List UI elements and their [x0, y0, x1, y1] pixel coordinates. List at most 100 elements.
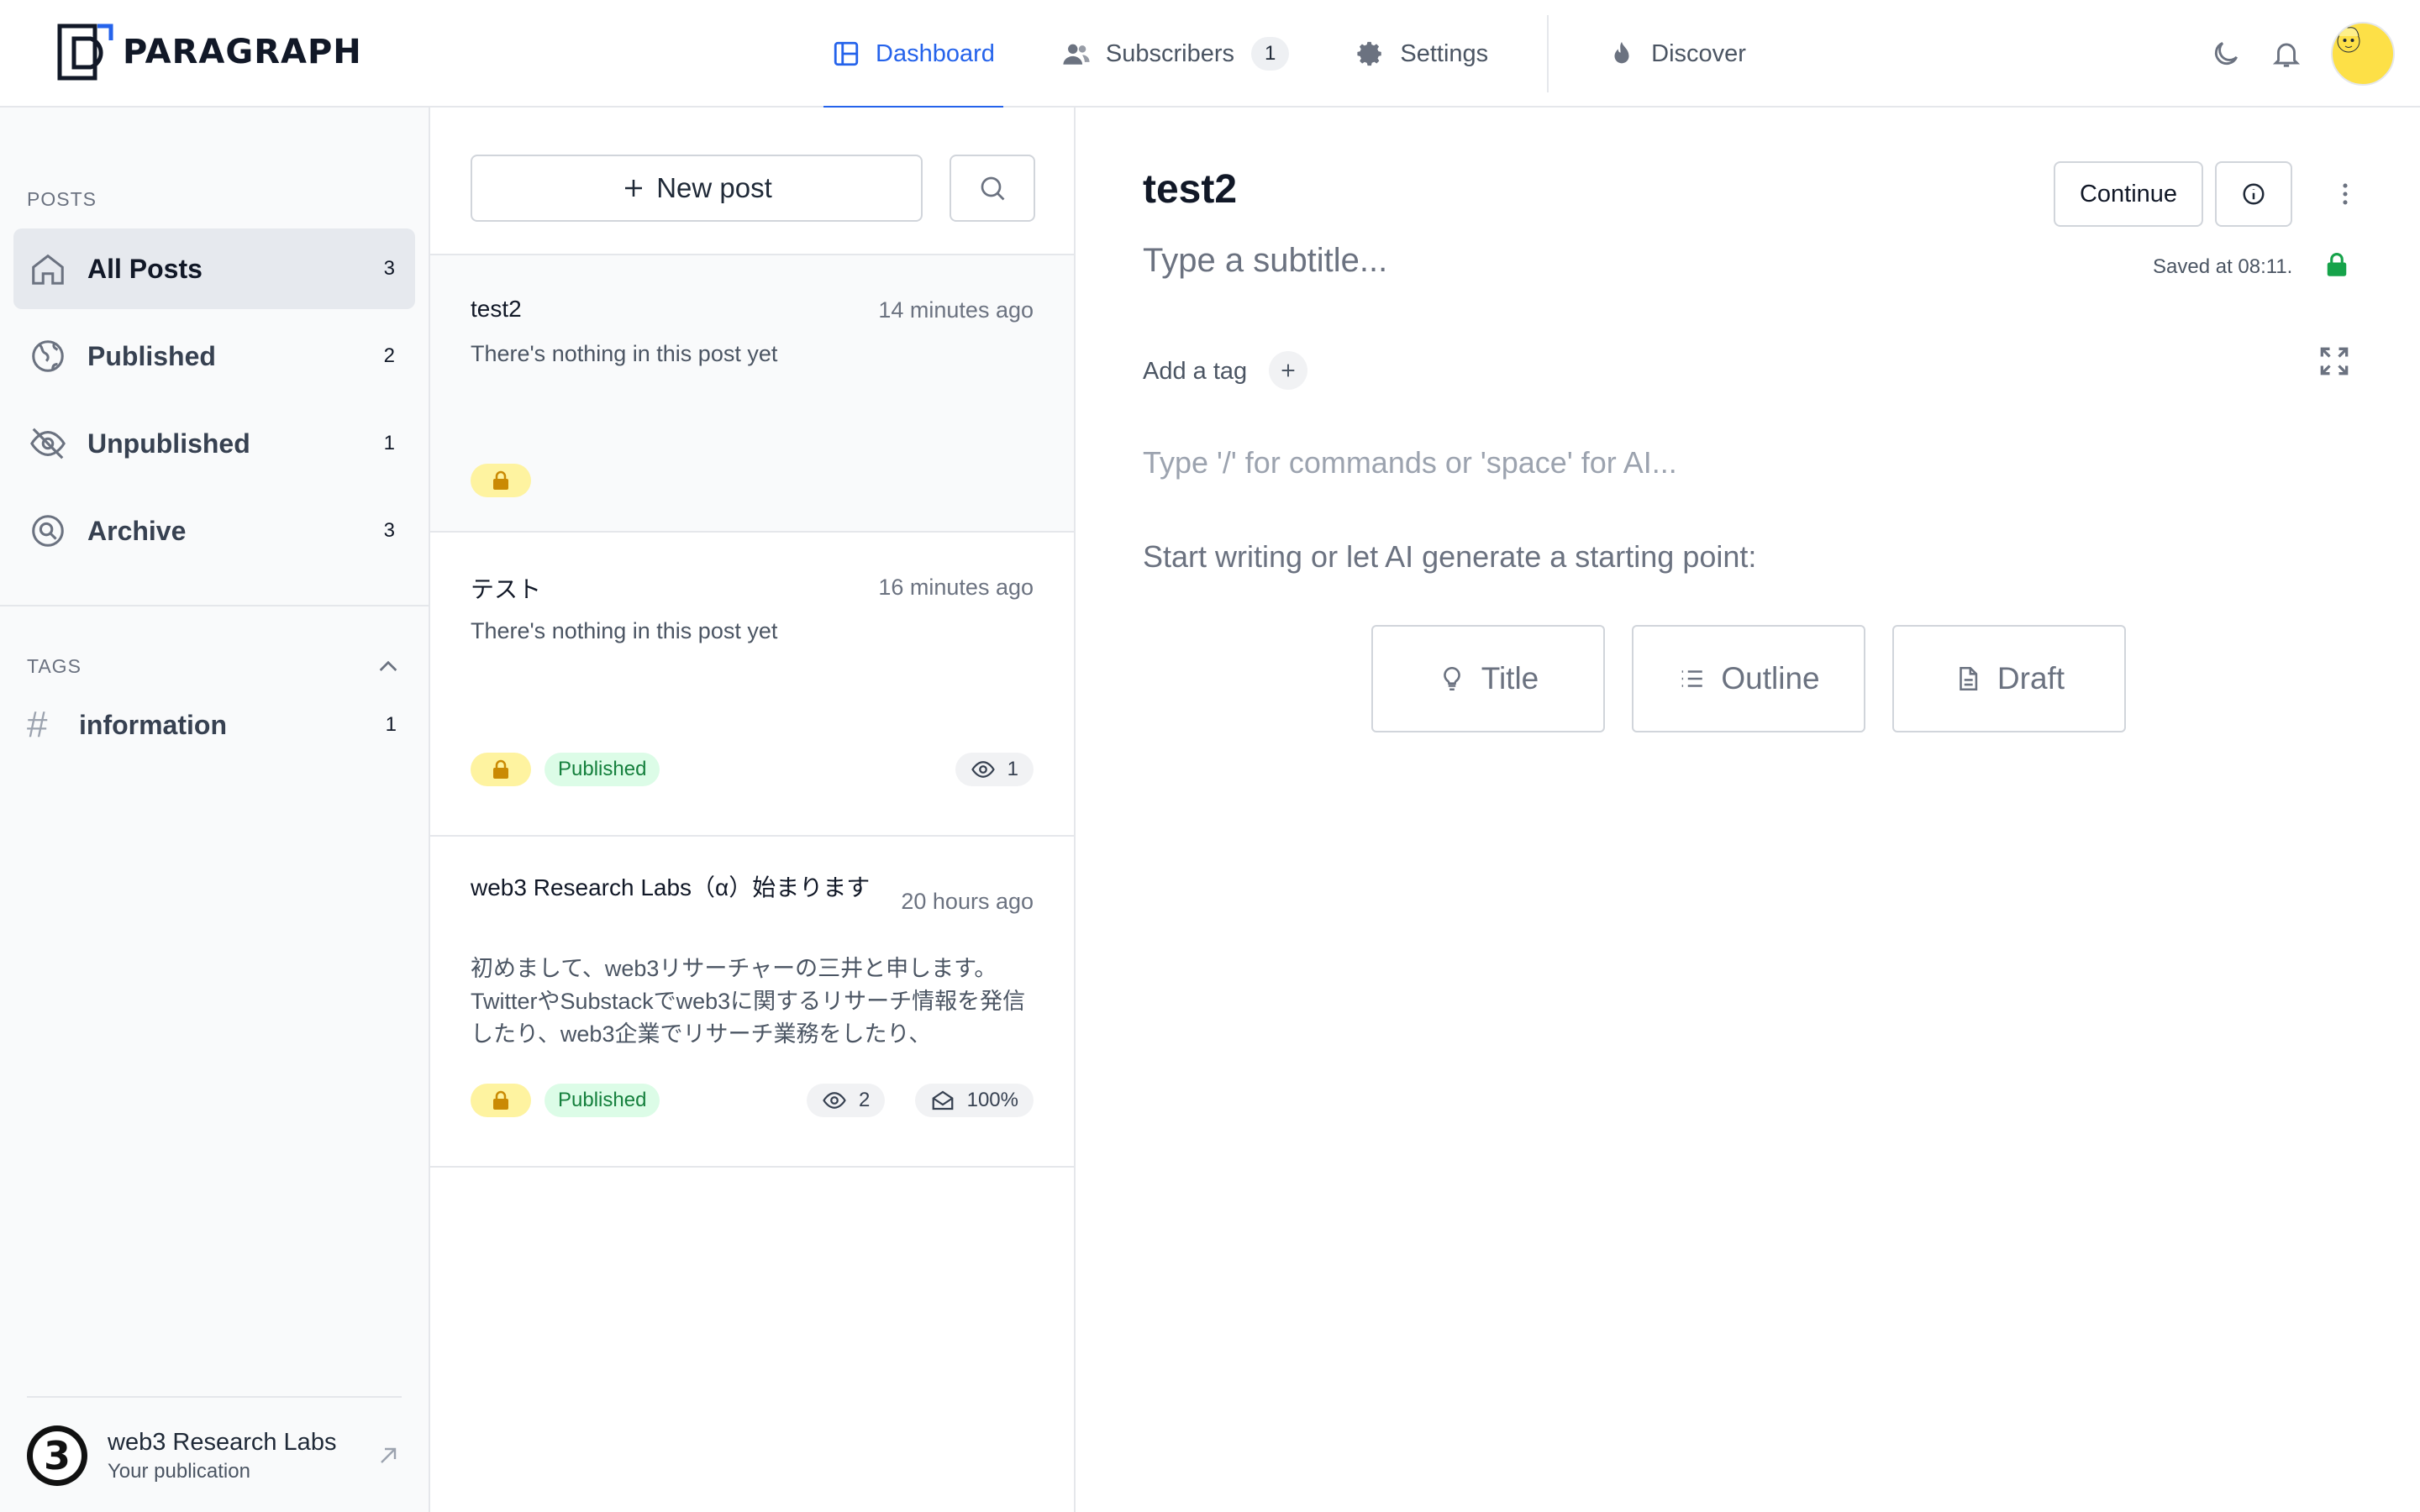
generate-draft-button[interactable]: Draft	[1892, 625, 2126, 732]
lock-icon	[493, 759, 508, 779]
sidebar-item-count: 2	[383, 344, 395, 367]
top-bar: PARAGRAPH Dashboard Subscribers 1 Settin…	[0, 0, 2420, 109]
tags-section-label: TAGS	[27, 655, 82, 677]
sidebar-item-label: All Posts	[87, 253, 203, 284]
sidebar-item-unpublished[interactable]: Unpublished 1	[13, 403, 415, 484]
mail-open-icon	[932, 1090, 953, 1110]
post-excerpt: There's nothing in this post yet	[471, 618, 778, 643]
sidebar-item-archive[interactable]: Archive 3	[13, 491, 415, 571]
post-title-input[interactable]: test2	[1143, 166, 1237, 213]
post-list-item[interactable]: テスト 16 minutes ago There's nothing in th…	[430, 533, 1074, 837]
nav-settings-label: Settings	[1400, 39, 1489, 67]
sidebar-tag-information[interactable]: # information 1	[27, 696, 397, 754]
subscribers-count-badge: 1	[1251, 37, 1290, 71]
sidebar-item-label: Archive	[87, 515, 187, 546]
post-list-item[interactable]: test2 14 minutes ago There's nothing in …	[430, 255, 1074, 533]
publication-switcher[interactable]: 3 web3 Research Labs Your publication	[27, 1418, 402, 1494]
sidebar-item-count: 1	[383, 432, 395, 454]
brand-name: PARAGRAPH	[123, 33, 362, 71]
arrow-up-right-icon[interactable]	[375, 1442, 402, 1469]
generate-title-label: Title	[1481, 661, 1539, 696]
sidebar-item-count: 3	[383, 257, 395, 280]
subtitle-input[interactable]: Type a subtitle...	[1143, 242, 1387, 280]
nav-subscribers[interactable]: Subscribers 1	[1054, 0, 1297, 108]
post-time: 14 minutes ago	[878, 297, 1034, 323]
layout-icon	[834, 41, 859, 66]
post-time: 20 hours ago	[901, 889, 1034, 914]
plus-icon	[625, 180, 643, 197]
posts-section-label: POSTS	[27, 188, 97, 210]
generate-title-button[interactable]: Title	[1371, 625, 1605, 732]
eye-icon	[823, 1092, 846, 1109]
tag-count: 1	[385, 713, 397, 736]
gear-icon	[1357, 41, 1382, 66]
published-badge: Published	[544, 753, 660, 786]
views-badge: 2	[807, 1084, 886, 1117]
publication-divider	[27, 1396, 402, 1398]
flame-icon	[1614, 41, 1629, 64]
nav-divider	[1547, 15, 1549, 92]
globe-icon	[32, 340, 64, 372]
plus-icon	[1281, 364, 1295, 377]
archive-icon	[32, 515, 64, 547]
more-vertical-icon[interactable]	[2331, 180, 2360, 208]
eye-icon	[971, 761, 995, 778]
sidebar-item-published[interactable]: Published 2	[13, 316, 415, 396]
lock-icon	[493, 470, 508, 490]
moon-icon[interactable]	[2210, 38, 2242, 70]
info-icon	[2243, 183, 2265, 205]
generate-draft-label: Draft	[1996, 661, 2065, 696]
search-icon	[981, 176, 1005, 201]
tag-label: information	[79, 709, 227, 740]
post-time: 16 minutes ago	[878, 575, 1034, 600]
new-post-button[interactable]: New post	[471, 155, 923, 222]
views-count: 2	[859, 1089, 871, 1111]
add-tag-button[interactable]	[1269, 351, 1307, 390]
lightbulb-icon	[1443, 666, 1460, 691]
editor-body-input[interactable]: Type '/' for commands or 'space' for AI.…	[1143, 445, 1677, 480]
post-title: test2	[471, 296, 522, 322]
nav-dashboard[interactable]: Dashboard	[823, 0, 1003, 109]
nav-subscribers-label: Subscribers	[1105, 39, 1234, 67]
generate-outline-button[interactable]: Outline	[1632, 625, 1865, 732]
eye-off-icon	[30, 428, 66, 459]
logo[interactable]: PARAGRAPH	[57, 24, 362, 81]
publication-info: web3 Research Labs Your publication	[108, 1429, 375, 1483]
expand-icon[interactable]	[2316, 343, 2353, 380]
logo-mark-icon	[57, 24, 116, 81]
generate-outline-label: Outline	[1721, 661, 1820, 696]
users-icon	[1063, 44, 1090, 65]
sidebar-divider	[0, 605, 429, 606]
sidebar-item-label: Unpublished	[87, 428, 250, 459]
publication-avatar: 3	[27, 1425, 87, 1486]
sidebar-item-count: 3	[383, 519, 395, 542]
nav-discover[interactable]: Discover	[1599, 0, 1754, 108]
post-list-item[interactable]: web3 Research Labs（α）始まります 20 hours ago …	[430, 837, 1074, 1168]
nav-dashboard-label: Dashboard	[876, 39, 995, 67]
list-icon	[1682, 670, 1703, 687]
published-badge: Published	[544, 1084, 660, 1117]
editor: test2 Type a subtitle... Continue Saved …	[1077, 108, 2420, 1512]
lock-badge	[471, 464, 531, 497]
continue-button[interactable]: Continue	[2054, 161, 2203, 227]
search-button[interactable]	[950, 155, 1035, 222]
lock-icon	[493, 1090, 508, 1110]
post-title: テスト	[471, 576, 542, 602]
document-icon	[1960, 666, 1978, 691]
info-button[interactable]	[2215, 161, 2292, 227]
add-tag-label: Add a tag	[1143, 358, 1248, 385]
sidebar-item-label: Published	[87, 340, 216, 371]
chevron-up-icon[interactable]	[375, 654, 402, 680]
open-rate-badge: 100%	[914, 1084, 1034, 1117]
lock-badge	[471, 753, 531, 786]
publication-subtitle: Your publication	[108, 1459, 250, 1483]
new-post-label: New post	[656, 172, 772, 203]
post-list: New post test2 14 minutes ago There's no…	[430, 108, 1076, 1512]
sidebar: POSTS All Posts 3 Published 2 Unpublishe…	[0, 108, 430, 1512]
nav-settings[interactable]: Settings	[1348, 0, 1497, 108]
post-list-header: New post	[430, 108, 1074, 255]
user-avatar[interactable]	[2331, 22, 2395, 86]
bell-icon[interactable]	[2270, 38, 2302, 70]
publication-name: web3 Research Labs	[108, 1428, 337, 1456]
sidebar-item-all-posts[interactable]: All Posts 3	[13, 228, 415, 309]
